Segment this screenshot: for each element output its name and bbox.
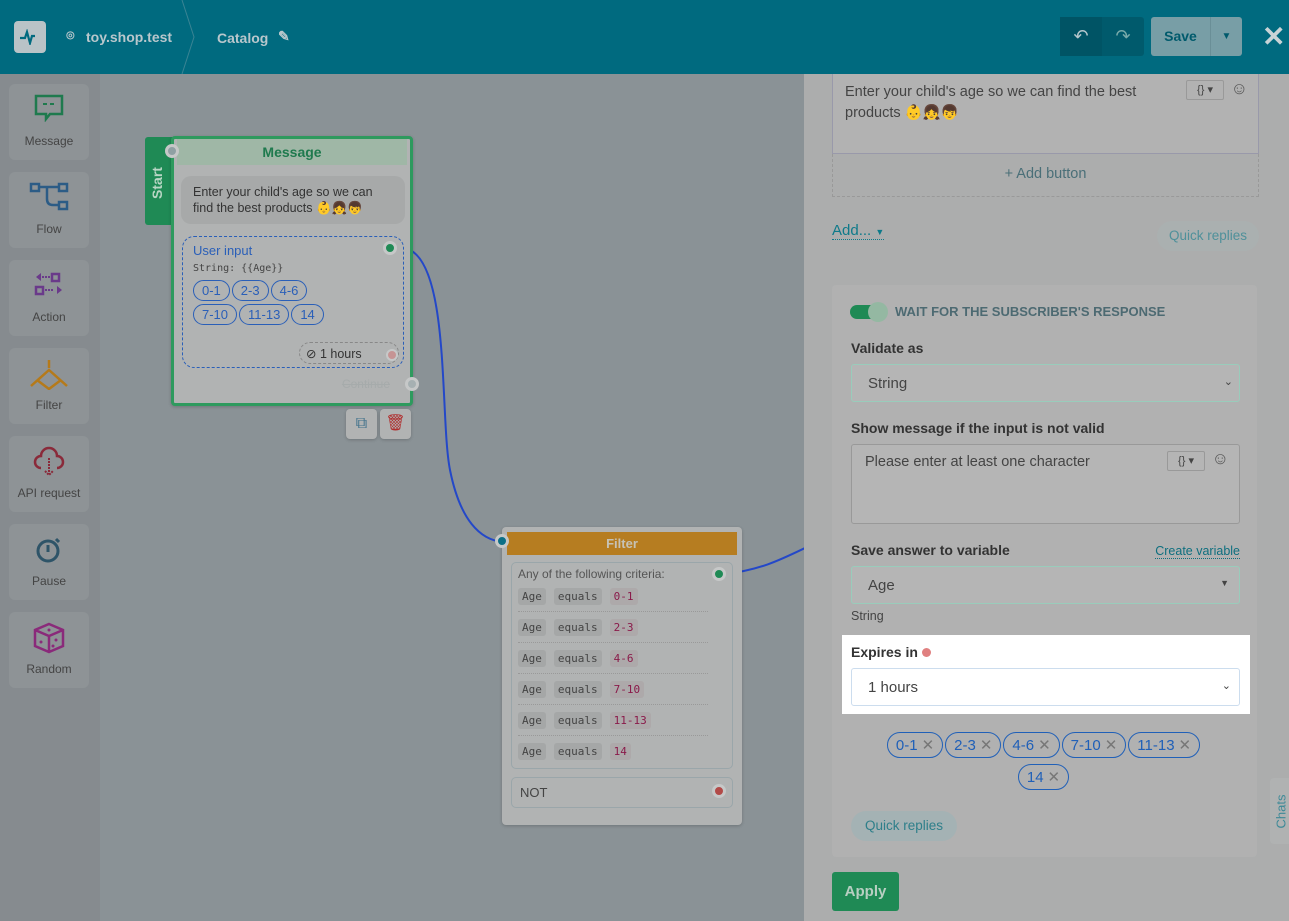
reply-chip: 4-6	[270, 280, 308, 301]
expires-in-field: Expires in 1 hours ⌄	[842, 635, 1250, 714]
quick-reply-chip: 4-6 ✕	[1003, 732, 1060, 758]
input-output-port[interactable]	[383, 241, 397, 255]
required-dot	[921, 648, 931, 657]
criteria-output-port[interactable]	[712, 567, 726, 581]
criteria-row: Age equals 14	[518, 736, 708, 767]
remove-icon[interactable]: ✕	[1179, 737, 1192, 754]
criteria-row: Age equals 2-3	[518, 612, 708, 643]
emoji-icon[interactable]: ☺	[1212, 449, 1229, 469]
reply-chip: 14	[291, 304, 324, 325]
quick-reply-chip: 2-3 ✕	[945, 732, 1002, 758]
message-node-title: Message	[177, 139, 407, 165]
user-input-block[interactable]: User input String: {{Age}} 0-1 2-3 4-67-10…	[182, 236, 404, 368]
apply-button[interactable]: Apply	[832, 872, 899, 911]
delete-node-button[interactable]: 🗑	[380, 409, 411, 439]
message-node[interactable]: Message Enter your child's age so we can…	[165, 136, 419, 406]
chip-list: 0-1 2-3 4-6 7-10 11-13 14	[193, 280, 353, 328]
quick-reply-chips: 0-1 ✕ 2-3 ✕ 4-6 ✕ 7-10 ✕ 11-13 ✕ 14 ✕	[832, 732, 1257, 796]
emoji-icon[interactable]: ☺	[1231, 78, 1248, 99]
criteria-row: Age equals 4-6	[518, 643, 708, 674]
remove-icon[interactable]: ✕	[1038, 737, 1051, 754]
variable-insert-button[interactable]: {} ▾	[1167, 451, 1205, 471]
no-entry-icon: ⊘	[306, 347, 317, 361]
variable-type: String	[851, 609, 884, 623]
reply-chip: 0-1	[193, 280, 230, 301]
quick-replies-button[interactable]: Quick replies	[851, 811, 957, 841]
criteria-row: Age equals 11-13	[518, 705, 708, 736]
input-port[interactable]	[165, 144, 179, 158]
timeout-port[interactable]	[386, 349, 398, 361]
continue-label: Continue	[341, 377, 390, 391]
invalid-message-textarea[interactable]: Please enter at least one character {} ▾…	[851, 444, 1240, 524]
filter-node[interactable]: Filter Any of the following criteria: Ag…	[495, 527, 742, 825]
quick-replies-top-button[interactable]: Quick replies	[1157, 221, 1259, 251]
add-menu-link[interactable]: Add... ▼	[832, 222, 885, 240]
criteria-block[interactable]: Any of the following criteria: Age equals…	[511, 562, 733, 769]
settings-panel: Enter your child's age so we can find th…	[804, 74, 1289, 921]
expires-in-select[interactable]: 1 hours ⌄	[851, 668, 1240, 706]
variable-select[interactable]: Age ▼	[851, 566, 1240, 604]
add-button[interactable]: + Add button	[832, 154, 1259, 197]
reply-chip: 7-10	[193, 304, 238, 325]
not-block[interactable]: NOT	[511, 777, 733, 808]
variable-insert-button[interactable]: {} ▾	[1186, 80, 1224, 100]
wait-toggle[interactable]	[850, 302, 888, 322]
filter-input-port[interactable]	[495, 534, 509, 548]
connector-message-filter	[409, 249, 504, 543]
reply-chip: 11-13	[239, 304, 290, 325]
not-output-port[interactable]	[712, 784, 726, 798]
create-variable-link[interactable]: Create variable	[1155, 544, 1240, 559]
wait-response-card: WAIT FOR THE SUBSCRIBER'S RESPONSE Valid…	[832, 285, 1257, 857]
remove-icon[interactable]: ✕	[1105, 737, 1118, 754]
quick-reply-chip: 14 ✕	[1017, 764, 1070, 790]
criteria-row: Age equals 7-10	[518, 674, 708, 705]
filter-node-title: Filter	[507, 532, 737, 555]
validate-as-select[interactable]: String ⌄	[851, 364, 1240, 402]
remove-icon[interactable]: ✕	[922, 737, 935, 754]
timeout-block: ⊘ 1 hours	[299, 342, 399, 364]
copy-node-button[interactable]: ⧉	[346, 409, 377, 439]
remove-icon[interactable]: ✕	[980, 737, 993, 754]
chats-tab[interactable]: Chats	[1270, 778, 1289, 844]
quick-reply-chip: 7-10 ✕	[1061, 732, 1127, 758]
quick-reply-chip: 11-13 ✕	[1128, 732, 1201, 758]
quick-reply-chip: 0-1 ✕	[886, 732, 944, 758]
message-bubble: Enter your child's age so we can find th…	[181, 176, 405, 224]
criteria-row: Age equals 0-1	[518, 581, 708, 612]
remove-icon[interactable]: ✕	[1048, 769, 1061, 786]
reply-chip: 2-3	[231, 280, 269, 301]
message-textarea[interactable]: Enter your child's age so we can find th…	[832, 74, 1259, 154]
continue-port[interactable]	[405, 377, 419, 391]
